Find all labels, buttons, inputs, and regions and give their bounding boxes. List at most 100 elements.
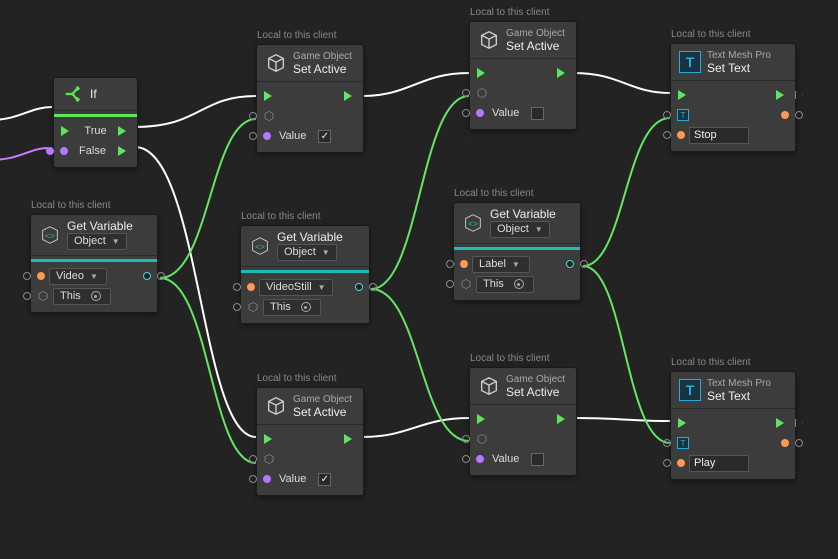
node-set-active-1[interactable]: Local to this client Game Object Set Act… <box>256 44 364 153</box>
variable-name-dropdown[interactable]: VideoStill▼ <box>259 279 333 296</box>
text-in-port[interactable] <box>663 131 671 139</box>
value-checkbox[interactable] <box>531 453 544 466</box>
value-port[interactable] <box>462 109 470 117</box>
variable-icon: <> <box>462 212 484 234</box>
out-port-ring[interactable] <box>795 111 803 119</box>
variable-name-dropdown[interactable]: Label▼ <box>472 256 530 273</box>
target-port[interactable] <box>462 89 470 97</box>
target-port[interactable] <box>249 112 257 120</box>
flow-out-false-port[interactable] <box>117 145 131 157</box>
node-caption: Local to this client <box>31 200 111 211</box>
flow-in-port[interactable] <box>263 433 277 445</box>
scope-dropdown[interactable]: Object▼ <box>67 233 127 250</box>
flow-tri-port[interactable] <box>795 91 803 99</box>
value-checkbox[interactable] <box>531 107 544 120</box>
name-port[interactable] <box>23 272 31 280</box>
out-port-ring[interactable] <box>795 439 803 447</box>
value-out-ring[interactable] <box>580 260 588 268</box>
svg-text:<>: <> <box>45 232 55 241</box>
object-dropdown[interactable]: This <box>53 288 111 305</box>
cube-icon <box>478 29 500 51</box>
output-true-label: True <box>80 125 110 137</box>
object-port[interactable] <box>233 303 241 311</box>
condition-dot <box>60 147 68 155</box>
target-port[interactable] <box>249 455 257 463</box>
name-port[interactable] <box>233 283 241 291</box>
node-caption: Local to this client <box>470 7 550 18</box>
cube-small-icon <box>263 453 275 465</box>
variable-icon: <> <box>39 224 61 246</box>
target-port[interactable] <box>663 439 671 447</box>
flow-tri-port[interactable] <box>795 419 803 427</box>
branch-icon <box>62 83 84 105</box>
cube-small-icon <box>37 290 49 302</box>
node-header: If <box>54 78 137 111</box>
target-port[interactable] <box>462 435 470 443</box>
target-port[interactable] <box>663 111 671 119</box>
value-checkbox[interactable]: ✓ <box>318 130 331 143</box>
node-set-active-4[interactable]: Local to this client Game Object Set Act… <box>469 367 577 476</box>
value-port[interactable] <box>249 475 257 483</box>
text-small-icon: T <box>677 437 689 449</box>
object-dropdown[interactable]: This <box>476 276 534 293</box>
object-port[interactable] <box>23 292 31 300</box>
flow-out-port[interactable] <box>343 433 357 445</box>
cube-small-icon <box>460 278 472 290</box>
svg-text:<>: <> <box>468 220 478 229</box>
node-caption: Local to this client <box>257 373 337 384</box>
text-icon: T <box>679 379 701 401</box>
flow-in-port[interactable] <box>263 90 277 102</box>
flow-out-port[interactable] <box>343 90 357 102</box>
node-set-active-2[interactable]: Local to this client Game Object Set Act… <box>469 21 577 130</box>
cube-small-icon <box>476 433 488 445</box>
value-out-port[interactable] <box>355 283 363 291</box>
cube-small-icon <box>263 110 275 122</box>
flow-out-port[interactable] <box>775 417 789 429</box>
text-input[interactable]: Stop <box>689 127 749 144</box>
object-port[interactable] <box>446 280 454 288</box>
node-set-text-stop[interactable]: Local to this client T Text Mesh Pro Set… <box>670 43 796 152</box>
value-port[interactable] <box>249 132 257 140</box>
cube-icon <box>265 395 287 417</box>
text-icon: T <box>679 51 701 73</box>
flow-in-port[interactable] <box>677 89 691 101</box>
flow-out-port[interactable] <box>556 67 570 79</box>
scope-dropdown[interactable]: Object▼ <box>490 221 550 238</box>
value-checkbox[interactable]: ✓ <box>318 473 331 486</box>
name-port[interactable] <box>446 260 454 268</box>
flow-in-port[interactable] <box>60 125 74 137</box>
text-in-port[interactable] <box>663 459 671 467</box>
output-false-label: False <box>75 145 110 157</box>
flow-out-port[interactable] <box>775 89 789 101</box>
node-get-variable-videostill[interactable]: Local to this client <> Get Variable Obj… <box>240 225 370 324</box>
value-out-port[interactable] <box>566 260 574 268</box>
node-title: If <box>90 88 97 101</box>
out-port[interactable] <box>781 111 789 119</box>
node-get-variable-video[interactable]: Local to this client <> Get Variable Obj… <box>30 214 158 313</box>
value-out-ring[interactable] <box>369 283 377 291</box>
node-if[interactable]: If True False <box>53 77 138 168</box>
value-port[interactable] <box>462 455 470 463</box>
node-caption: Local to this client <box>470 353 550 364</box>
node-get-variable-label[interactable]: Local to this client <> Get Variable Obj… <box>453 202 581 301</box>
node-set-text-play[interactable]: Local to this client T Text Mesh Pro Set… <box>670 371 796 480</box>
node-set-active-3[interactable]: Local to this client Game Object Set Act… <box>256 387 364 496</box>
scope-dropdown[interactable]: Object▼ <box>277 244 337 261</box>
object-dropdown[interactable]: This <box>263 299 321 316</box>
flow-in-port[interactable] <box>677 417 691 429</box>
text-input[interactable]: Play <box>689 455 749 472</box>
node-caption: Local to this client <box>671 357 751 368</box>
value-out-ring[interactable] <box>157 272 165 280</box>
flow-in-port[interactable] <box>476 67 490 79</box>
flow-out-true-port[interactable] <box>117 125 131 137</box>
variable-name-dropdown[interactable]: Video▼ <box>49 268 107 285</box>
cube-small-icon <box>476 87 488 99</box>
flow-out-port[interactable] <box>556 413 570 425</box>
svg-text:<>: <> <box>255 243 265 252</box>
cube-small-icon <box>247 301 259 313</box>
value-out-port[interactable] <box>143 272 151 280</box>
condition-in-port[interactable] <box>46 147 54 155</box>
node-caption: Local to this client <box>671 29 751 40</box>
flow-in-port[interactable] <box>476 413 490 425</box>
out-port[interactable] <box>781 439 789 447</box>
